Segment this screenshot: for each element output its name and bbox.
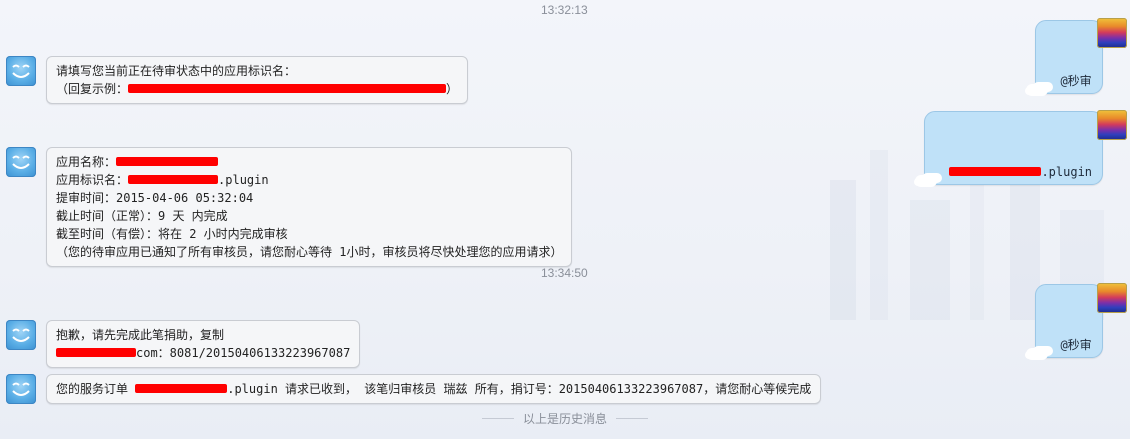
redacted-block	[116, 157, 219, 166]
message-line: com：8081/20150406133223967087	[56, 346, 350, 360]
bot-avatar[interactable]	[6, 147, 36, 177]
redacted-block	[128, 175, 219, 184]
message-line: （回复示例：）	[56, 82, 459, 96]
bot-message-bubble[interactable]: 抱歉，请先完成此笔捐助，复制 com：8081/2015040613322396…	[46, 320, 361, 368]
message-line: 您的服务订单 .plugin 请求已收到， 该笔归审核员 瑞兹 所有，捐订号：2…	[56, 382, 812, 396]
timestamp: 13:34:50	[541, 266, 588, 280]
smiley-icon	[12, 64, 30, 78]
deadline-paid-line: 截至时间（有偿）：将在 2 小时内完成审核	[56, 227, 288, 241]
user-avatar[interactable]	[1097, 18, 1127, 48]
message-text: @秒审	[1060, 338, 1092, 352]
notice-line: （您的待审应用已通知了所有审核员，请您耐心等待 1小时，审核员将尽快处理您的应用…	[56, 245, 563, 259]
deadline-normal-line: 截止时间（正常）：9 天 内完成	[56, 209, 228, 223]
cloud-decoration	[1026, 84, 1048, 96]
cloud-decoration	[1026, 348, 1048, 360]
message-line: 抱歉，请先完成此笔捐助，复制	[56, 328, 225, 342]
message-text: @秒审	[1060, 74, 1092, 88]
bot-avatar[interactable]	[6, 320, 36, 350]
redacted-block	[135, 384, 228, 393]
user-avatar[interactable]	[1097, 283, 1127, 313]
smiley-icon	[12, 382, 30, 396]
redacted-block	[56, 348, 136, 357]
history-divider: 以上是历史消息	[480, 410, 650, 427]
message-text: .plugin	[949, 165, 1092, 179]
app-name-line: 应用名称：	[56, 155, 219, 169]
history-label: 以上是历史消息	[522, 412, 607, 426]
bot-message-bubble[interactable]: 请填写您当前正在待审状态中的应用标识名： （回复示例：）	[46, 56, 469, 104]
bot-message-bubble[interactable]: 您的服务订单 .plugin 请求已收到， 该笔归审核员 瑞兹 所有，捐订号：2…	[46, 374, 822, 404]
user-message-bubble[interactable]: @秒审	[1026, 20, 1103, 96]
submit-time-line: 提审时间：2015-04-06 05:32:04	[56, 191, 254, 205]
message-line: 请填写您当前正在待审状态中的应用标识名：	[56, 64, 297, 78]
user-message-bubble[interactable]: @秒审	[1026, 284, 1103, 360]
redacted-block	[949, 167, 1042, 176]
timestamp: 13:32:13	[541, 3, 588, 17]
smiley-icon	[12, 155, 30, 169]
redacted-block	[128, 84, 447, 93]
user-avatar[interactable]	[1097, 110, 1127, 140]
bot-message-bubble[interactable]: 应用名称： 应用标识名： .plugin 提审时间：2015-04-06 05:3…	[46, 147, 573, 267]
user-message-bubble[interactable]: .plugin	[915, 111, 1104, 187]
bot-avatar[interactable]	[6, 374, 36, 404]
bot-avatar[interactable]	[6, 56, 36, 86]
cloud-decoration	[915, 175, 937, 187]
smiley-icon	[12, 328, 30, 342]
app-id-line: 应用标识名： .plugin	[56, 173, 269, 187]
